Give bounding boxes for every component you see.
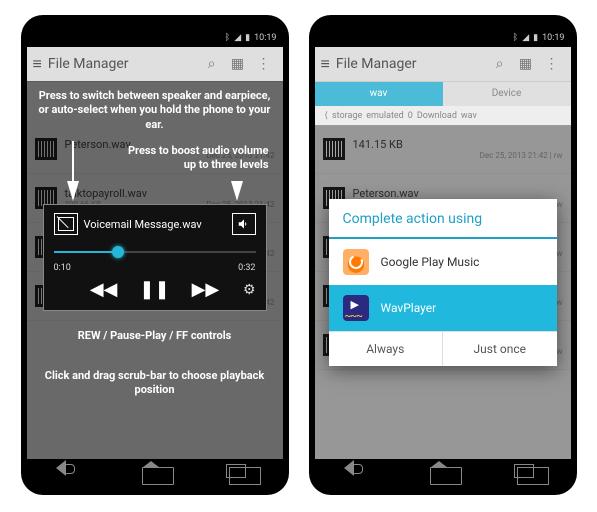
screen: ᛒ ◢ ▮ 10:19 ≡ File Manager ⌕ ▦ ⋮ wav Dev… xyxy=(315,29,571,459)
player-popup: Voicemail Message.wav 0:10 0:32 ◀◀ ❚❚ ▶▶… xyxy=(43,204,267,311)
elapsed-time: 0:10 xyxy=(54,263,71,273)
battery-icon: ▮ xyxy=(245,33,250,43)
back-button[interactable] xyxy=(48,460,88,492)
tip-scrub: Click and drag scrub-bar to choose playb… xyxy=(37,369,273,398)
wavplayer-icon xyxy=(343,295,369,321)
status-bar: ᛒ ◢ ▮ 10:19 xyxy=(27,29,283,47)
chooser-item-label: WavPlayer xyxy=(381,301,437,315)
arrow-stem xyxy=(72,141,74,181)
back-button[interactable] xyxy=(336,460,376,492)
action-chooser: Complete action using Google Play Music … xyxy=(329,199,557,366)
phone-left: ᛒ ◢ ▮ 10:19 ≡ File Manager ⌕ ▦ ⋮ Peterso… xyxy=(21,15,289,495)
breadcrumb[interactable]: ⟨ storage emulated 0 Download wav xyxy=(315,106,571,126)
recents-button[interactable] xyxy=(229,467,261,485)
chooser-item-wavplayer[interactable]: WavPlayer xyxy=(329,285,557,331)
tab-wav[interactable]: wav xyxy=(315,82,443,106)
overflow-icon[interactable]: ⋮ xyxy=(251,56,277,72)
forward-button[interactable]: ▶▶ xyxy=(192,279,220,300)
just-once-button[interactable]: Just once xyxy=(443,332,557,366)
app-title: File Manager xyxy=(336,56,487,72)
overflow-icon[interactable]: ⋮ xyxy=(539,56,565,72)
clock: 10:19 xyxy=(254,33,276,43)
signal-icon: ◢ xyxy=(234,33,241,43)
down-arrow-icon xyxy=(231,181,243,201)
screen: ᛒ ◢ ▮ 10:19 ≡ File Manager ⌕ ▦ ⋮ Peterso… xyxy=(27,29,283,459)
track-title: Voicemail Message.wav xyxy=(84,218,226,231)
tip-boost: Press to boost audio volume up to three … xyxy=(127,144,269,173)
tip-speaker: Press to switch between speaker and earp… xyxy=(37,89,273,132)
total-time: 0:32 xyxy=(238,263,255,273)
gear-icon[interactable]: ⚙ xyxy=(243,282,256,298)
tab-bar: wav Device xyxy=(315,82,571,106)
rewind-button[interactable]: ◀◀ xyxy=(90,279,118,300)
app-bar: ≡ File Manager ⌕ ▦ ⋮ xyxy=(315,47,571,82)
home-button[interactable] xyxy=(430,467,462,485)
scrub-progress xyxy=(54,251,119,253)
search-icon[interactable]: ⌕ xyxy=(199,56,225,72)
clock: 10:19 xyxy=(542,33,564,43)
hamburger-icon[interactable]: ≡ xyxy=(321,54,330,74)
speaker-toggle-button[interactable] xyxy=(54,213,78,235)
grid-icon[interactable]: ▦ xyxy=(225,56,251,72)
always-button[interactable]: Always xyxy=(329,332,444,366)
pause-button[interactable]: ❚❚ xyxy=(139,279,169,300)
recents-button[interactable] xyxy=(517,467,549,485)
home-button[interactable] xyxy=(142,467,174,485)
hamburger-icon[interactable]: ≡ xyxy=(33,54,42,74)
bluetooth-icon: ᛒ xyxy=(225,33,230,43)
bluetooth-icon: ᛒ xyxy=(513,33,518,43)
chooser-item-gpm[interactable]: Google Play Music xyxy=(329,239,557,285)
grid-icon[interactable]: ▦ xyxy=(513,56,539,72)
phone-right: ᛒ ◢ ▮ 10:19 ≡ File Manager ⌕ ▦ ⋮ wav Dev… xyxy=(309,15,577,495)
app-bar: ≡ File Manager ⌕ ▦ ⋮ xyxy=(27,47,283,82)
status-bar: ᛒ ◢ ▮ 10:19 xyxy=(315,29,571,47)
scrub-bar[interactable] xyxy=(54,245,256,259)
tab-device[interactable]: Device xyxy=(443,82,571,106)
tip-controls: REW / Pause-Play / FF controls xyxy=(37,329,273,343)
app-title: File Manager xyxy=(48,56,199,72)
down-arrow-icon xyxy=(67,181,79,201)
nav-bar xyxy=(21,461,289,491)
boost-button[interactable] xyxy=(232,213,256,235)
battery-icon: ▮ xyxy=(533,33,538,43)
chooser-title: Complete action using xyxy=(329,199,557,239)
chooser-item-label: Google Play Music xyxy=(381,255,480,269)
nav-bar xyxy=(309,461,577,491)
scrub-thumb[interactable] xyxy=(112,246,124,258)
search-icon[interactable]: ⌕ xyxy=(487,56,513,72)
google-play-music-icon xyxy=(343,249,369,275)
signal-icon: ◢ xyxy=(522,33,529,43)
